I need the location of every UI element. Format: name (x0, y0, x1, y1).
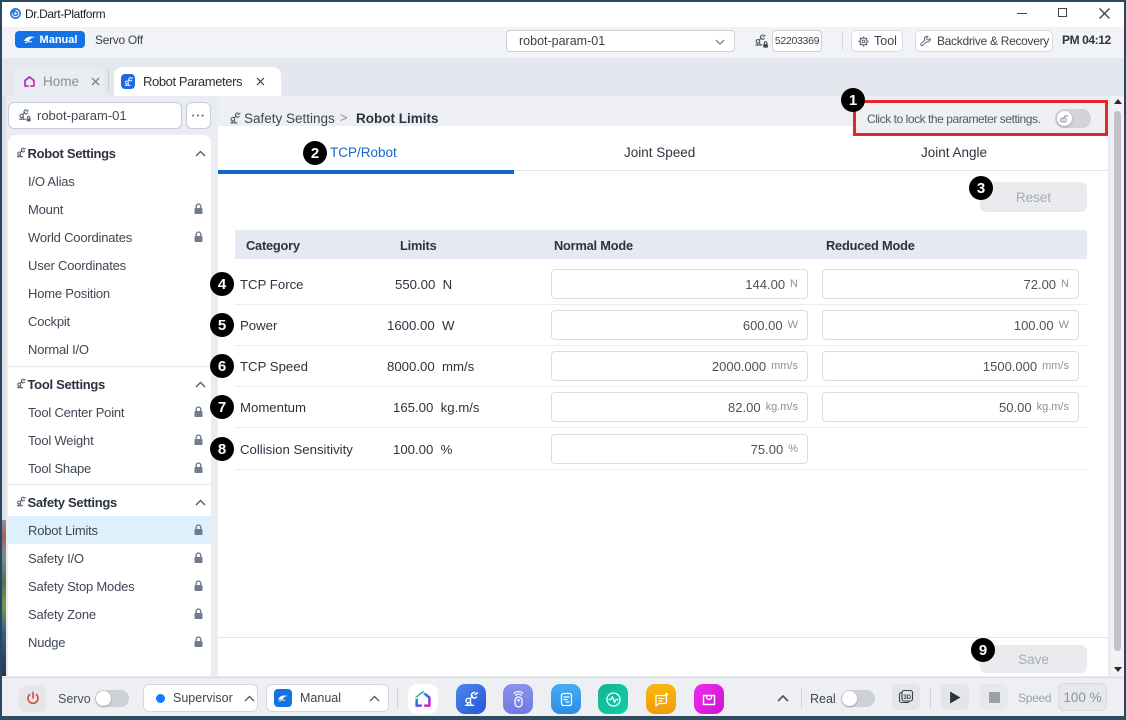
svg-text:3D: 3D (903, 695, 911, 701)
